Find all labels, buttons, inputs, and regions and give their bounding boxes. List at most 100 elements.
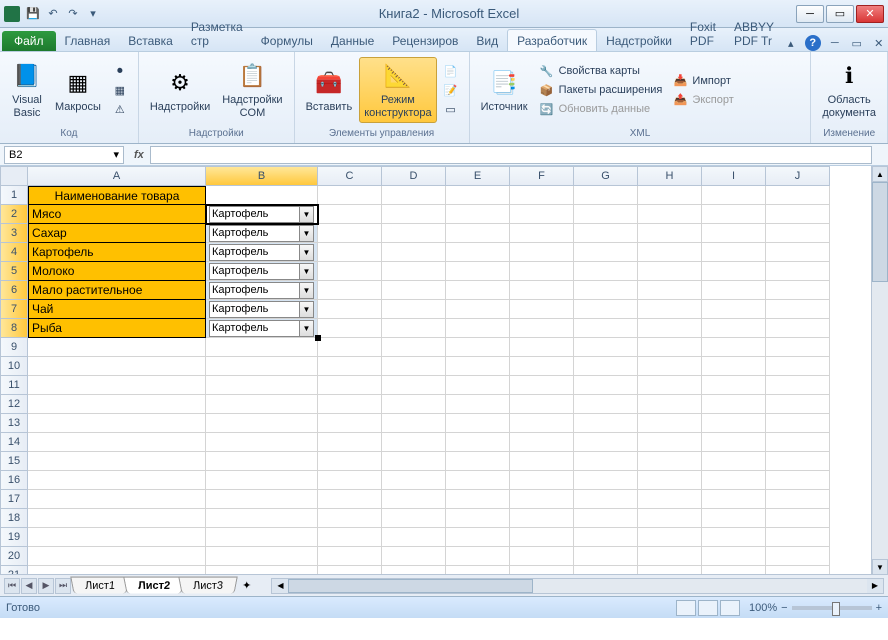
scroll-down-icon[interactable]: ▼ [872,559,888,575]
cell-G14[interactable] [574,433,638,452]
cell-H9[interactable] [638,338,702,357]
cell-I11[interactable] [702,376,766,395]
cell-I6[interactable] [702,281,766,300]
help-icon[interactable]: ? [805,35,821,51]
cell-E14[interactable] [446,433,510,452]
refresh-data-button[interactable]: 🔄Обновить данные [535,100,667,118]
page-layout-button[interactable] [698,600,718,616]
cell-J5[interactable] [766,262,830,281]
cell-A3[interactable]: Сахар [28,224,206,243]
cell-A10[interactable] [28,357,206,376]
view-code-button[interactable]: 📝 [439,81,463,99]
cell-C7[interactable] [318,300,382,319]
scroll-right-icon[interactable]: ▶ [867,579,883,593]
cell-B12[interactable] [206,395,318,414]
cell-D19[interactable] [382,528,446,547]
cell-E9[interactable] [446,338,510,357]
cell-J16[interactable] [766,471,830,490]
cell-D18[interactable] [382,509,446,528]
cell-A13[interactable] [28,414,206,433]
cell-C21[interactable] [318,566,382,574]
row-header-5[interactable]: 5 [0,262,28,281]
cell-A20[interactable] [28,547,206,566]
cell-H15[interactable] [638,452,702,471]
cell-H13[interactable] [638,414,702,433]
undo-icon[interactable]: ↶ [44,5,62,23]
cell-F2[interactable] [510,205,574,224]
cell-E20[interactable] [446,547,510,566]
cell-E16[interactable] [446,471,510,490]
cell-J19[interactable] [766,528,830,547]
cell-A8[interactable]: Рыба [28,319,206,338]
ribbon-tab-3[interactable]: Формулы [252,30,322,51]
cell-F14[interactable] [510,433,574,452]
cell-J21[interactable] [766,566,830,574]
cell-F12[interactable] [510,395,574,414]
row-header-11[interactable]: 11 [0,376,28,395]
cell-B5[interactable]: Картофель▼ [206,262,318,281]
cell-C2[interactable] [318,205,382,224]
cell-E7[interactable] [446,300,510,319]
cell-E19[interactable] [446,528,510,547]
ribbon-tab-1[interactable]: Вставка [119,30,182,51]
cell-E5[interactable] [446,262,510,281]
cell-J17[interactable] [766,490,830,509]
addins-button[interactable]: ⚙Надстройки [145,64,215,117]
row-header-6[interactable]: 6 [0,281,28,300]
xml-source-button[interactable]: 📑Источник [476,64,533,117]
cell-C6[interactable] [318,281,382,300]
cell-I7[interactable] [702,300,766,319]
doc-restore-icon[interactable]: ▭ [849,35,865,51]
cell-I5[interactable] [702,262,766,281]
cell-D7[interactable] [382,300,446,319]
col-header-D[interactable]: D [382,166,446,186]
doc-close-icon[interactable]: ✕ [871,35,887,51]
cell-D14[interactable] [382,433,446,452]
cell-H17[interactable] [638,490,702,509]
cell-G13[interactable] [574,414,638,433]
cell-G3[interactable] [574,224,638,243]
cell-F5[interactable] [510,262,574,281]
cell-H2[interactable] [638,205,702,224]
row-header-8[interactable]: 8 [0,319,28,338]
cell-E3[interactable] [446,224,510,243]
cell-H6[interactable] [638,281,702,300]
cell-C8[interactable] [318,319,382,338]
maximize-button[interactable]: ▭ [826,5,854,23]
col-header-E[interactable]: E [446,166,510,186]
scroll-up-icon[interactable]: ▲ [872,166,888,182]
cell-E15[interactable] [446,452,510,471]
cell-D3[interactable] [382,224,446,243]
cell-C12[interactable] [318,395,382,414]
cell-D8[interactable] [382,319,446,338]
cell-D13[interactable] [382,414,446,433]
col-header-C[interactable]: C [318,166,382,186]
row-header-2[interactable]: 2 [0,205,28,224]
cell-H3[interactable] [638,224,702,243]
cell-C3[interactable] [318,224,382,243]
col-header-I[interactable]: I [702,166,766,186]
zoom-slider[interactable] [792,606,872,610]
cell-C15[interactable] [318,452,382,471]
cell-F4[interactable] [510,243,574,262]
cell-G17[interactable] [574,490,638,509]
row-header-16[interactable]: 16 [0,471,28,490]
cell-B11[interactable] [206,376,318,395]
cell-E6[interactable] [446,281,510,300]
cell-E21[interactable] [446,566,510,574]
col-header-H[interactable]: H [638,166,702,186]
file-tab[interactable]: Файл [2,31,56,51]
cell-I13[interactable] [702,414,766,433]
cell-G19[interactable] [574,528,638,547]
cell-A4[interactable]: Картофель [28,243,206,262]
combobox-8[interactable]: Картофель▼ [209,320,314,337]
select-all-corner[interactable] [0,166,28,186]
cell-J20[interactable] [766,547,830,566]
cell-G1[interactable] [574,186,638,205]
cell-I19[interactable] [702,528,766,547]
cell-C14[interactable] [318,433,382,452]
chevron-down-icon[interactable]: ▼ [299,245,313,260]
cell-D4[interactable] [382,243,446,262]
minimize-button[interactable]: ─ [796,5,824,23]
cell-H8[interactable] [638,319,702,338]
